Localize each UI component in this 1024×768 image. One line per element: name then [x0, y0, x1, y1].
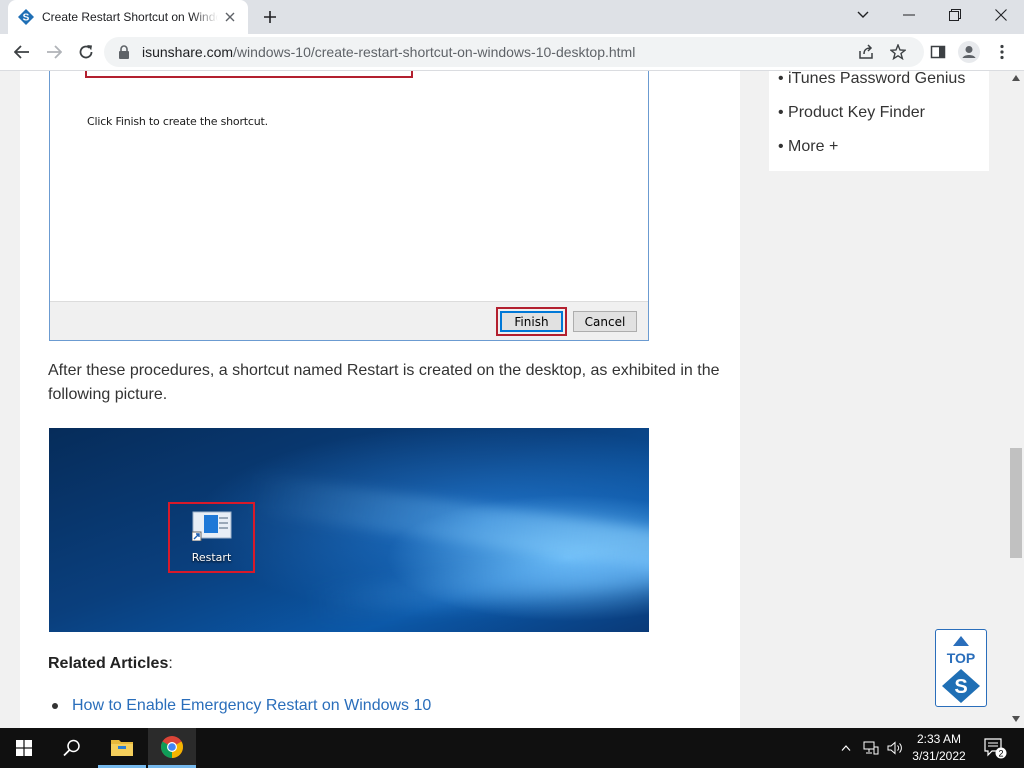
svg-text:S: S	[23, 13, 30, 24]
restart-icon-label: Restart	[191, 551, 232, 564]
back-icon[interactable]	[10, 40, 34, 64]
show-hidden-icons-icon[interactable]	[836, 728, 856, 768]
svg-text:2: 2	[998, 749, 1003, 759]
file-explorer-icon[interactable]	[98, 728, 146, 768]
lock-icon[interactable]	[118, 45, 132, 59]
page-scrollbar[interactable]	[1008, 71, 1024, 728]
finish-highlight: Finish	[496, 307, 567, 336]
share-icon[interactable]	[854, 40, 878, 64]
scrollbar-thumb[interactable]	[1010, 448, 1022, 558]
back-to-top-button[interactable]: TOP S	[935, 629, 987, 707]
address-bar[interactable]: isunshare.com/windows-10/create-restart-…	[104, 37, 924, 67]
related-article-link[interactable]: How to Enable Emergency Restart on Windo…	[72, 697, 431, 715]
scroll-up-icon[interactable]	[1012, 75, 1020, 81]
svg-text:S: S	[954, 676, 967, 698]
scroll-down-icon[interactable]	[1012, 716, 1020, 722]
top-label: TOP	[946, 650, 976, 666]
article-body: Click Finish to create the shortcut. Fin…	[20, 71, 740, 728]
tab-search-icon[interactable]	[840, 0, 886, 30]
finish-button: Finish	[500, 311, 563, 332]
wizard-screenshot: Click Finish to create the shortcut. Fin…	[49, 71, 649, 341]
search-icon[interactable]	[48, 728, 96, 768]
list-item: How to Enable Emergency Restart on Windo…	[48, 697, 431, 715]
notification-center-icon[interactable]: 2	[978, 728, 1012, 768]
restore-icon[interactable]	[932, 0, 978, 30]
new-tab-icon[interactable]	[258, 6, 282, 28]
clock-time: 2:33 AM	[916, 732, 962, 746]
sidebar-item-product-key-finder[interactable]: • Product Key Finder	[778, 104, 925, 122]
sidebar-item-more[interactable]: • More +	[778, 138, 838, 156]
isunshare-favicon-icon: S	[18, 9, 34, 25]
side-panel-icon[interactable]	[926, 40, 950, 64]
close-window-icon[interactable]	[978, 0, 1024, 30]
tab-close-icon[interactable]	[222, 9, 238, 25]
web-page: Click Finish to create the shortcut. Fin…	[0, 71, 1008, 728]
browser-toolbar: isunshare.com/windows-10/create-restart-…	[0, 34, 1024, 71]
network-icon[interactable]	[860, 728, 882, 768]
windows-start-icon[interactable]	[0, 728, 48, 768]
sidebar-product-list: • iTunes Password Genius • Product Key F…	[769, 71, 989, 171]
forward-icon[interactable]	[42, 40, 66, 64]
browser-tab[interactable]: S Create Restart Shortcut on Windows 10 …	[8, 0, 248, 34]
cancel-button: Cancel	[573, 311, 637, 332]
url-text: isunshare.com/windows-10/create-restart-…	[142, 44, 636, 60]
bullet-icon	[52, 703, 58, 709]
arrow-up-icon	[953, 636, 969, 646]
tab-strip: S Create Restart Shortcut on Windows 10 …	[0, 0, 1024, 34]
desktop-screenshot: Restart	[49, 428, 649, 632]
bookmark-star-icon[interactable]	[886, 40, 910, 64]
profile-avatar-icon[interactable]	[957, 40, 981, 64]
clock-date: 3/31/2022	[912, 749, 966, 763]
reload-icon[interactable]	[74, 40, 98, 64]
tab-title: Create Restart Shortcut on Windows 10 De…	[42, 10, 218, 24]
volume-icon[interactable]	[884, 728, 906, 768]
highlighted-location-field	[85, 71, 413, 78]
windows-taskbar: 2:33 AM 3/31/2022 2	[0, 728, 1024, 768]
related-articles-heading: Related Articles:	[48, 655, 173, 672]
isunshare-logo-icon: S	[942, 669, 980, 703]
article-paragraph: After these procedures, a shortcut named…	[48, 362, 720, 403]
related-articles-list: How to Enable Emergency Restart on Windo…	[48, 697, 431, 715]
minimize-icon[interactable]	[886, 0, 932, 30]
wizard-footer: Finish Cancel	[50, 301, 648, 340]
restart-shortcut-icon	[191, 511, 232, 542]
sidebar-item-itunes-password-genius[interactable]: • iTunes Password Genius	[778, 71, 965, 88]
system-clock[interactable]: 2:33 AM 3/31/2022	[904, 731, 974, 765]
chrome-taskbar-icon[interactable]	[148, 728, 196, 768]
restart-icon-highlight: Restart	[168, 502, 255, 573]
wizard-message: Click Finish to create the shortcut.	[87, 115, 268, 128]
chrome-menu-icon[interactable]	[990, 40, 1014, 64]
